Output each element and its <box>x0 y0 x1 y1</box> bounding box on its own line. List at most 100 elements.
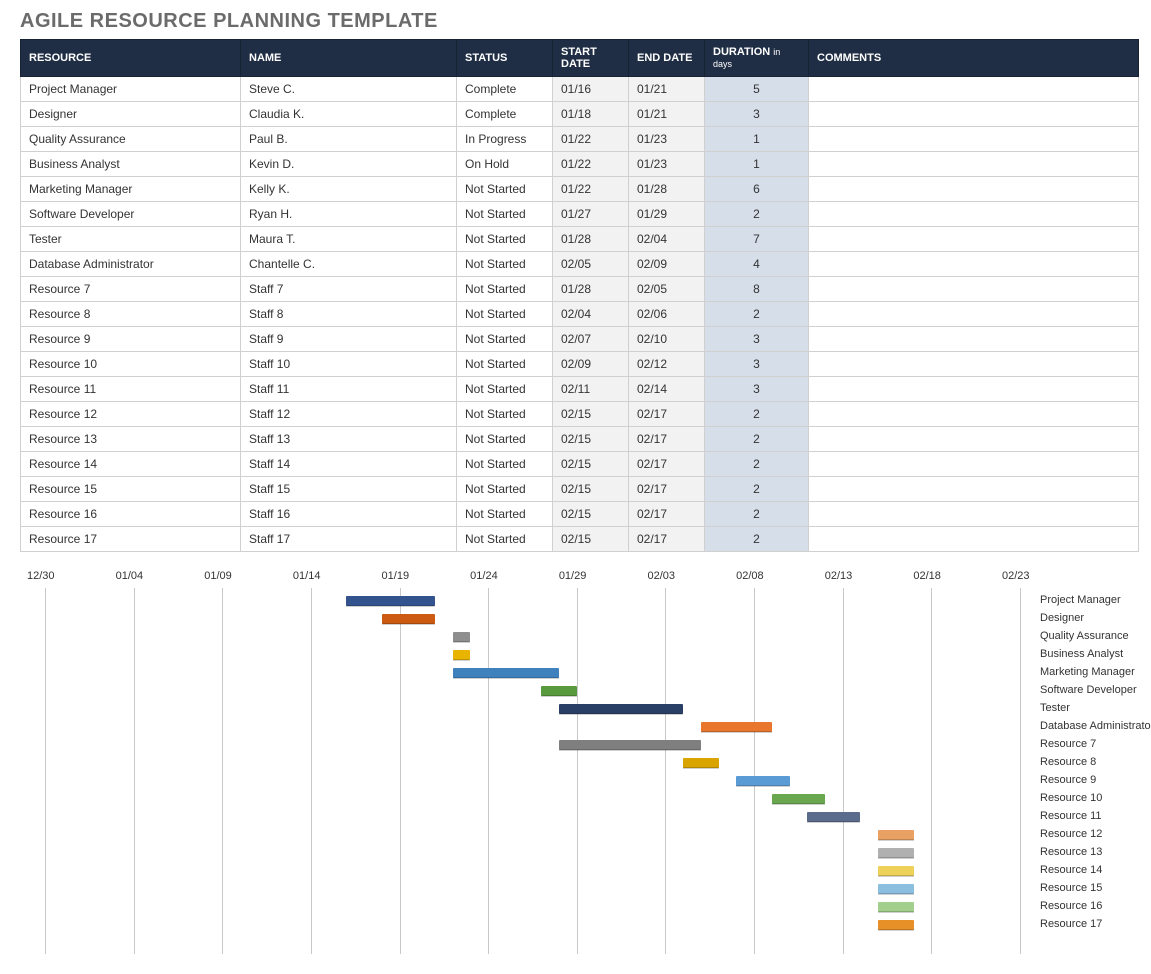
cell-start: 02/15 <box>553 477 629 502</box>
cell-comments <box>809 427 1139 452</box>
cell-name: Staff 13 <box>241 427 457 452</box>
cell-duration: 4 <box>705 252 809 277</box>
cell-end: 02/04 <box>629 227 705 252</box>
cell-name: Staff 16 <box>241 502 457 527</box>
cell-start: 02/11 <box>553 377 629 402</box>
cell-duration: 3 <box>705 352 809 377</box>
cell-start: 02/15 <box>553 452 629 477</box>
cell-status: Complete <box>457 77 553 102</box>
cell-start: 02/04 <box>553 302 629 327</box>
cell-end: 02/05 <box>629 277 705 302</box>
cell-duration: 1 <box>705 127 809 152</box>
cell-duration: 3 <box>705 102 809 127</box>
cell-resource: Resource 12 <box>21 402 241 427</box>
cell-name: Staff 15 <box>241 477 457 502</box>
cell-resource: Business Analyst <box>21 152 241 177</box>
cell-comments <box>809 127 1139 152</box>
table-row: Resource 10Staff 10Not Started02/0902/12… <box>21 352 1139 377</box>
cell-end: 02/17 <box>629 477 705 502</box>
gantt-bar <box>878 902 913 912</box>
gantt-bar <box>559 704 683 714</box>
cell-resource: Resource 13 <box>21 427 241 452</box>
cell-start: 01/27 <box>553 202 629 227</box>
cell-status: Not Started <box>457 427 553 452</box>
cell-resource: Tester <box>21 227 241 252</box>
table-row: Project ManagerSteve C.Complete01/1601/2… <box>21 77 1139 102</box>
cell-duration: 7 <box>705 227 809 252</box>
gantt-row-label: Resource 12 <box>1040 828 1102 840</box>
cell-duration: 2 <box>705 452 809 477</box>
cell-comments <box>809 177 1139 202</box>
table-row: Resource 7Staff 7Not Started01/2802/058 <box>21 277 1139 302</box>
cell-end: 02/06 <box>629 302 705 327</box>
col-status: STATUS <box>457 40 553 77</box>
cell-end: 01/28 <box>629 177 705 202</box>
x-tick-label: 02/18 <box>913 570 941 582</box>
cell-duration: 3 <box>705 377 809 402</box>
x-tick-label: 02/23 <box>1002 570 1030 582</box>
table-row: Resource 16Staff 16Not Started02/1502/17… <box>21 502 1139 527</box>
table-row: Business AnalystKevin D.On Hold01/2201/2… <box>21 152 1139 177</box>
gantt-bar <box>541 686 576 696</box>
cell-resource: Software Developer <box>21 202 241 227</box>
cell-status: Not Started <box>457 477 553 502</box>
gantt-bar <box>346 596 435 606</box>
gantt-row-label: Resource 10 <box>1040 792 1102 804</box>
cell-resource: Resource 17 <box>21 527 241 552</box>
cell-duration: 1 <box>705 152 809 177</box>
gantt-row-label: Resource 16 <box>1040 900 1102 912</box>
cell-end: 01/23 <box>629 152 705 177</box>
cell-resource: Database Administrator <box>21 252 241 277</box>
table-row: Database AdministratorChantelle C.Not St… <box>21 252 1139 277</box>
cell-status: Not Started <box>457 402 553 427</box>
x-tick-label: 01/14 <box>293 570 321 582</box>
cell-resource: Resource 10 <box>21 352 241 377</box>
gantt-bar <box>453 668 559 678</box>
cell-comments <box>809 277 1139 302</box>
cell-resource: Resource 15 <box>21 477 241 502</box>
cell-end: 01/21 <box>629 77 705 102</box>
cell-duration: 2 <box>705 527 809 552</box>
cell-status: Not Started <box>457 352 553 377</box>
cell-duration: 2 <box>705 477 809 502</box>
gantt-row-label: Business Analyst <box>1040 648 1123 660</box>
cell-duration: 3 <box>705 327 809 352</box>
cell-name: Staff 11 <box>241 377 457 402</box>
x-tick-label: 02/03 <box>647 570 675 582</box>
x-tick-label: 02/13 <box>825 570 853 582</box>
cell-name: Staff 17 <box>241 527 457 552</box>
cell-comments <box>809 252 1139 277</box>
x-tick-label: 02/08 <box>736 570 764 582</box>
x-tick-label: 01/24 <box>470 570 498 582</box>
cell-duration: 2 <box>705 502 809 527</box>
cell-start: 02/15 <box>553 402 629 427</box>
gantt-row-label: Marketing Manager <box>1040 666 1135 678</box>
cell-name: Paul B. <box>241 127 457 152</box>
cell-end: 01/23 <box>629 127 705 152</box>
cell-comments <box>809 527 1139 552</box>
cell-name: Staff 14 <box>241 452 457 477</box>
gantt-row-label: Software Developer <box>1040 684 1137 696</box>
cell-duration: 2 <box>705 402 809 427</box>
table-row: Marketing ManagerKelly K.Not Started01/2… <box>21 177 1139 202</box>
table-row: Resource 11Staff 11Not Started02/1102/14… <box>21 377 1139 402</box>
cell-end: 02/17 <box>629 452 705 477</box>
cell-status: Not Started <box>457 377 553 402</box>
cell-start: 01/22 <box>553 127 629 152</box>
x-tick-label: 01/09 <box>204 570 232 582</box>
cell-comments <box>809 202 1139 227</box>
col-start: START DATE <box>553 40 629 77</box>
cell-start: 01/22 <box>553 152 629 177</box>
cell-duration: 2 <box>705 202 809 227</box>
cell-start: 01/28 <box>553 277 629 302</box>
gantt-bar <box>878 848 913 858</box>
cell-duration: 5 <box>705 77 809 102</box>
cell-resource: Resource 14 <box>21 452 241 477</box>
gantt-row-label: Database Administrator <box>1040 720 1151 732</box>
cell-comments <box>809 152 1139 177</box>
cell-start: 02/15 <box>553 527 629 552</box>
gantt-bar <box>878 920 913 930</box>
cell-comments <box>809 377 1139 402</box>
table-row: Resource 8Staff 8Not Started02/0402/062 <box>21 302 1139 327</box>
cell-name: Steve C. <box>241 77 457 102</box>
